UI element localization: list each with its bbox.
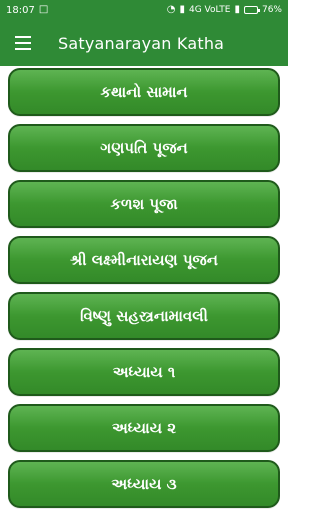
hamburger-menu-icon[interactable] [12, 32, 34, 54]
status-bar: 18:07 □ ◔ ▮ 4G VoLTE ▮ 76% [0, 0, 288, 20]
notification-icon: □ [38, 4, 49, 15]
status-left: 18:07 □ [6, 5, 48, 16]
menu-item-adhyay-2[interactable]: અધ્યાય ૨ [8, 404, 280, 452]
menu-item-adhyay-1[interactable]: અધ્યાય ૧ [8, 348, 280, 396]
menu-item-katha-no-saman[interactable]: કથાનો સામાન [8, 68, 280, 116]
menu-item-vishnu-sahastranamavali[interactable]: વિષ્ણુ સહસ્ત્રનામાવલી [8, 292, 280, 340]
hamburger-menu-icon [15, 42, 31, 44]
menu-item-adhyay-3[interactable]: અધ્યાય ૩ [8, 460, 280, 508]
battery-label: 76% [261, 5, 282, 15]
status-right: ◔ ▮ 4G VoLTE ▮ 76% [166, 4, 282, 16]
wifi-icon: ◔ [166, 4, 176, 15]
network-label: 4G VoLTE [188, 5, 231, 15]
menu-item-kalash-puja[interactable]: કળશ પૂજા [8, 180, 280, 228]
app-bar: Satyanarayan Katha [0, 20, 288, 66]
battery-icon [243, 6, 260, 14]
signal-icon: ▮ [234, 4, 240, 15]
menu-item-shri-lakshminarayan-pujan[interactable]: શ્રી લક્ષ્મીનારાયણ પૂજન [8, 236, 280, 284]
signal-icon: ▮ [179, 4, 185, 15]
menu-item-ganpati-pujan[interactable]: ગણપતિ પૂજન [8, 124, 280, 172]
menu-list: કથાનો સામાન ગણપતિ પૂજન કળશ પૂજા શ્રી લક્… [0, 66, 288, 512]
status-time: 18:07 [6, 4, 35, 16]
page-title: Satyanarayan Katha [58, 33, 225, 53]
